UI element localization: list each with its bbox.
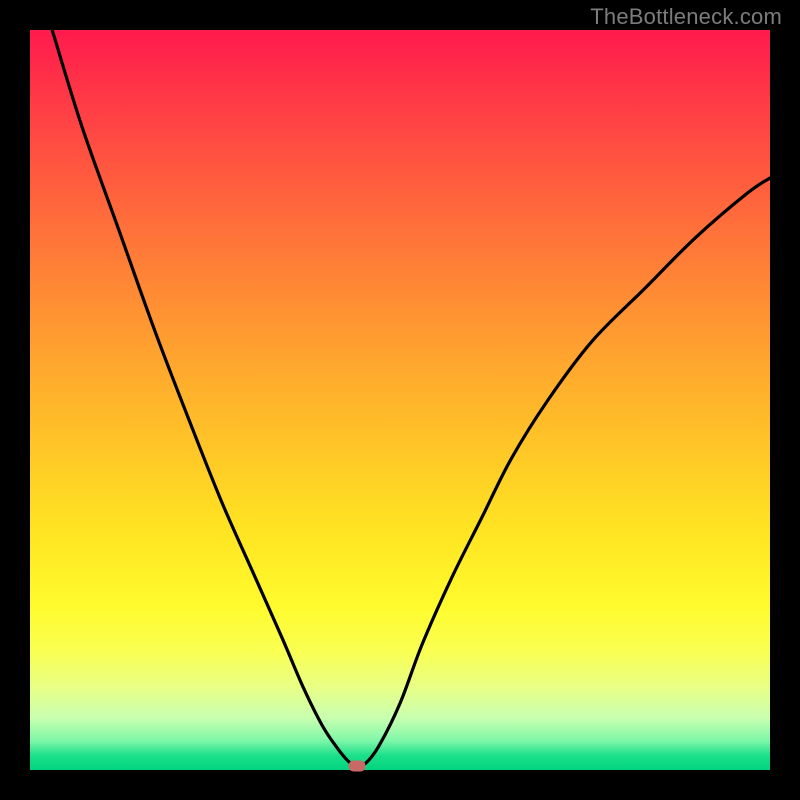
- watermark-text: TheBottleneck.com: [590, 4, 782, 30]
- plot-area: [30, 30, 770, 770]
- chart-frame: TheBottleneck.com: [0, 0, 800, 800]
- bottleneck-curve: [30, 30, 770, 770]
- minimum-marker: [349, 760, 366, 771]
